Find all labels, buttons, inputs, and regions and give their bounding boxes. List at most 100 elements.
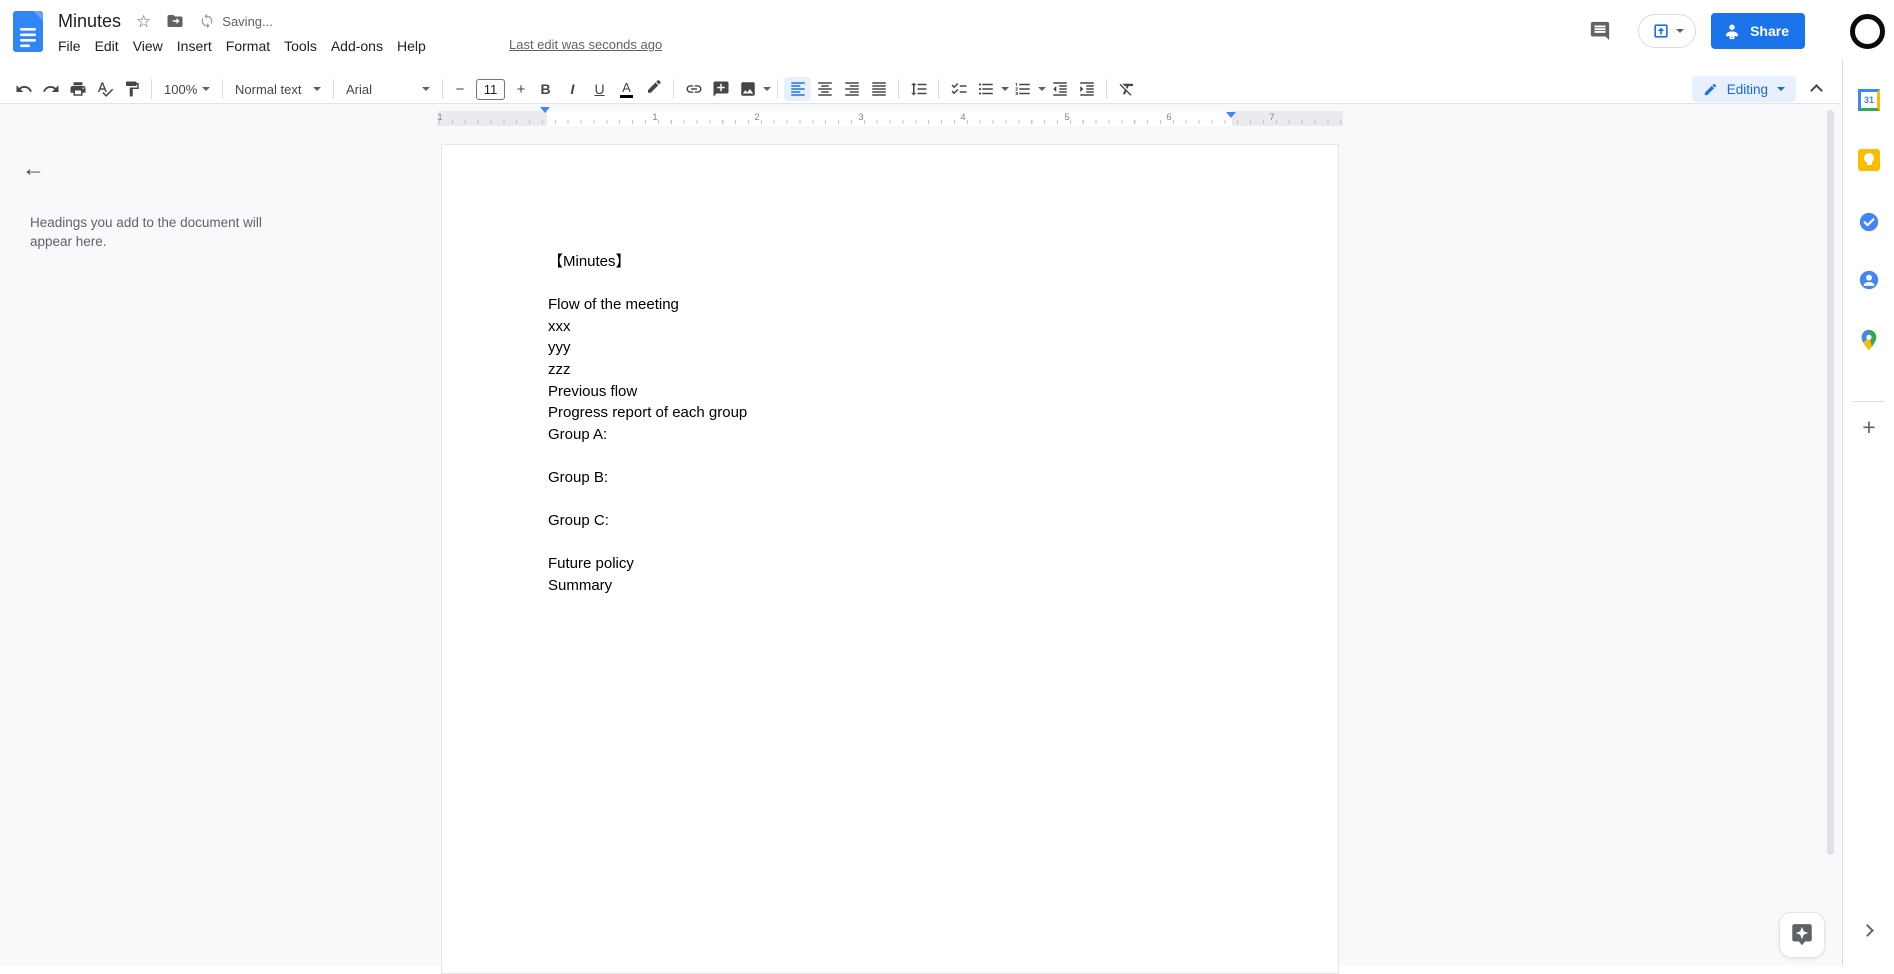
close-side-panel-chevron-icon[interactable] <box>1861 924 1874 937</box>
toolbar-separator <box>777 79 778 99</box>
add-comment-button[interactable] <box>707 77 734 101</box>
decrease-font-size-button[interactable]: − <box>449 78 471 100</box>
paint-format-button[interactable] <box>118 77 145 101</box>
star-icon[interactable]: ☆ <box>136 13 151 30</box>
menu-item[interactable]: Help <box>390 38 433 54</box>
toolbar-separator <box>1106 79 1107 99</box>
get-add-ons-button[interactable]: + <box>1856 414 1882 440</box>
document-line[interactable]: zzz <box>548 359 747 381</box>
right-indent-marker[interactable] <box>1226 112 1236 136</box>
menu-item[interactable]: Insert <box>170 38 219 54</box>
highlighter-icon <box>647 80 661 93</box>
bulleted-list-button[interactable] <box>972 77 1009 101</box>
ruler-number: 6 <box>1166 112 1172 123</box>
document-line[interactable]: Group C: <box>548 510 747 532</box>
document-line[interactable] <box>548 489 747 511</box>
font-select[interactable]: Arial <box>340 82 436 97</box>
paragraph-style-select[interactable]: Normal text <box>229 82 327 97</box>
zoom-select[interactable]: 100% <box>158 82 216 97</box>
text-color-button[interactable]: A <box>613 77 640 101</box>
document-line[interactable]: yyy <box>548 337 747 359</box>
document-line[interactable]: Group A: <box>548 424 747 446</box>
text-color-icon: A <box>620 81 633 98</box>
menu-item[interactable]: Tools <box>277 38 324 54</box>
google-keep-icon[interactable] <box>1858 149 1880 171</box>
last-edit-link[interactable]: Last edit was seconds ago <box>509 37 662 52</box>
undo-button[interactable] <box>10 77 37 101</box>
google-tasks-icon[interactable] <box>1858 211 1880 233</box>
google-maps-icon[interactable] <box>1858 329 1880 351</box>
side-panel-divider <box>1853 401 1885 402</box>
document-line[interactable] <box>548 532 747 554</box>
explore-button[interactable] <box>1779 912 1825 958</box>
editing-mode-select[interactable]: Editing <box>1691 76 1796 102</box>
document-line[interactable]: Group B: <box>548 467 747 489</box>
bold-button[interactable]: B <box>532 77 559 101</box>
italic-button[interactable]: I <box>559 77 586 101</box>
justify-button[interactable] <box>865 77 892 101</box>
document-line[interactable]: Flow of the meeting <box>548 294 747 316</box>
document-line[interactable] <box>548 445 747 467</box>
document-line[interactable]: Progress report of each group <box>548 402 747 424</box>
google-docs-logo-icon[interactable] <box>13 11 43 52</box>
document-line[interactable]: Summary <box>548 575 747 597</box>
document-line[interactable]: Previous flow <box>548 381 747 403</box>
vertical-scrollbar[interactable] <box>1827 110 1834 855</box>
present-to-meeting-button[interactable] <box>1638 14 1697 48</box>
hide-menus-chevron-icon[interactable] <box>1810 84 1823 97</box>
account-avatar[interactable] <box>1850 13 1885 49</box>
share-button-label: Share <box>1750 23 1789 39</box>
comment-history-button[interactable] <box>1587 18 1613 44</box>
menu-item[interactable]: Format <box>219 38 277 54</box>
spelling-grammar-check-button[interactable] <box>91 77 118 101</box>
document-text[interactable]: 【Minutes】 Flow of the meeting xxx yyy zz… <box>548 251 747 597</box>
document-title[interactable]: Minutes <box>58 11 121 32</box>
align-right-button[interactable] <box>838 77 865 101</box>
document-line[interactable]: xxx <box>548 316 747 338</box>
paint-roller-icon <box>125 81 139 97</box>
close-outline-arrow-icon[interactable]: ← <box>22 157 45 180</box>
google-calendar-icon[interactable]: 31 <box>1858 89 1880 111</box>
insert-link-button[interactable] <box>680 77 707 101</box>
font-value: Arial <box>346 81 373 97</box>
print-icon <box>70 82 85 96</box>
ruler-number: 4 <box>960 112 966 123</box>
line-spacing-button[interactable] <box>905 77 932 101</box>
font-size-input[interactable]: 11 <box>476 78 505 100</box>
numbered-list-button[interactable] <box>1009 77 1046 101</box>
move-to-folder-icon[interactable] <box>166 12 184 30</box>
add-comment-icon <box>713 81 728 97</box>
increase-indent-button[interactable] <box>1073 77 1100 101</box>
decrease-indent-button[interactable] <box>1046 77 1073 101</box>
clear-formatting-button[interactable] <box>1113 77 1140 101</box>
menu-item[interactable]: File <box>51 38 88 54</box>
toolbar-separator <box>333 79 334 99</box>
left-indent-marker[interactable] <box>540 107 550 131</box>
highlight-color-button[interactable] <box>640 77 667 101</box>
insert-image-button[interactable] <box>734 77 771 101</box>
horizontal-ruler[interactable]: 1 1 2 3 4 5 6 7 <box>437 107 1343 135</box>
toolbar: 100% Normal text Arial − 11 + B I U A Ed… <box>0 75 1841 104</box>
saving-status[interactable]: Saving... <box>199 13 273 29</box>
increase-font-size-button[interactable]: + <box>510 78 532 100</box>
menu-item[interactable]: Edit <box>88 38 126 54</box>
insert-image-caret-icon <box>763 87 771 91</box>
underline-button[interactable]: U <box>586 77 613 101</box>
share-button[interactable]: Share <box>1711 13 1805 49</box>
print-button[interactable] <box>64 77 91 101</box>
align-left-button[interactable] <box>784 77 811 101</box>
redo-button[interactable] <box>37 77 64 101</box>
numbered-list-icon <box>1015 83 1030 95</box>
align-center-button[interactable] <box>811 77 838 101</box>
document-line[interactable]: 【Minutes】 <box>548 251 747 273</box>
checklist-button[interactable] <box>945 77 972 101</box>
menu-item[interactable]: View <box>126 38 170 54</box>
document-page[interactable]: 【Minutes】 Flow of the meeting xxx yyy zz… <box>441 144 1339 974</box>
toolbar-separator <box>222 79 223 99</box>
document-line[interactable]: Future policy <box>548 553 747 575</box>
google-contacts-icon[interactable] <box>1858 269 1880 291</box>
menu-item[interactable]: Add-ons <box>324 38 390 54</box>
content-area: 1 1 2 3 4 5 6 7 ← Headings you add to th… <box>0 104 1841 974</box>
font-caret-icon <box>422 87 430 91</box>
document-line[interactable] <box>548 273 747 295</box>
